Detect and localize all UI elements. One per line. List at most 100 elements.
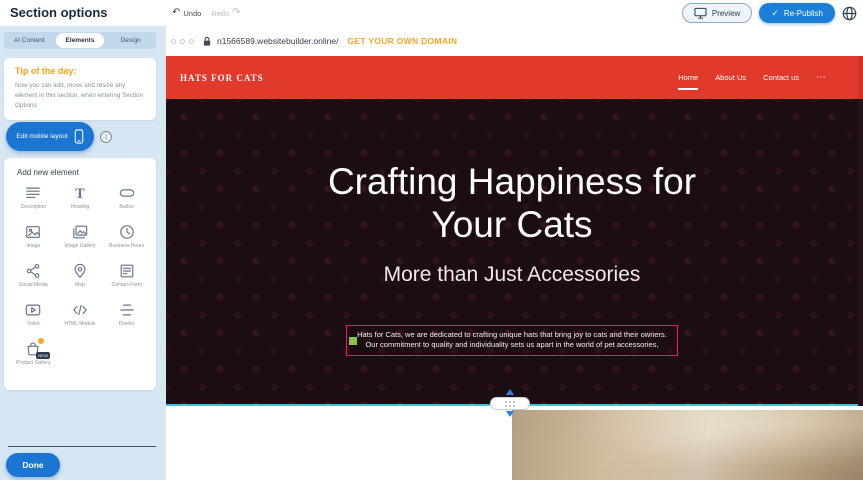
- info-icon[interactable]: i: [100, 131, 112, 143]
- add-element-panel: Add new element Description T Heading Bu…: [4, 158, 156, 390]
- redo-label: Redo: [211, 9, 229, 18]
- element-label: Button: [119, 204, 133, 211]
- element-label: Business Hours: [109, 243, 144, 250]
- add-element-html-module[interactable]: HTML Module: [57, 301, 104, 335]
- check-icon: ✓: [771, 9, 779, 18]
- preview-button[interactable]: Preview: [682, 3, 752, 23]
- product-gallery-icon: NEW: [25, 340, 41, 357]
- info-letter: i: [105, 134, 107, 141]
- redo-icon: ↷: [232, 8, 240, 18]
- button-icon: [119, 184, 135, 201]
- add-element-video[interactable]: Video: [10, 301, 57, 335]
- globe-icon[interactable]: [842, 6, 857, 21]
- sidebar-divider: [8, 446, 156, 447]
- tip-body: Now you can add, move and resize any ele…: [15, 81, 145, 110]
- tip-card: Tip of the day: Now you can add, move an…: [4, 58, 156, 120]
- hero-subheading[interactable]: More than Just Accessories: [166, 263, 858, 287]
- divider-icon: [119, 301, 135, 318]
- element-label: HTML Module: [64, 321, 95, 328]
- tip-title: Tip of the day:: [15, 66, 145, 76]
- main-preview-area: n1566589.websitebuilder.online/ GET YOUR…: [166, 26, 863, 480]
- business-hours-icon: [119, 223, 135, 240]
- republish-button[interactable]: ✓ Re-Publish: [759, 3, 835, 23]
- grip-dots-icon: [505, 401, 515, 407]
- svg-text:T: T: [75, 185, 85, 200]
- element-label: Image Gallery: [64, 243, 95, 250]
- add-element-divider[interactable]: Divider: [103, 301, 150, 335]
- browser-dot: [180, 39, 185, 44]
- element-label: Contact Form: [112, 282, 142, 289]
- undo-icon: ↶: [172, 8, 180, 18]
- video-icon: [25, 301, 41, 318]
- hero-heading[interactable]: Crafting Happiness for Your Cats: [292, 161, 732, 247]
- hero-section[interactable]: Crafting Happiness for Your Cats More th…: [166, 99, 858, 406]
- monitor-icon: [694, 7, 707, 19]
- add-element-description[interactable]: Description: [10, 184, 57, 218]
- add-element-business-hours[interactable]: Business Hours: [103, 223, 150, 257]
- redo-button[interactable]: Redo ↷: [211, 8, 240, 18]
- hero-paragraph-selected[interactable]: Hats for Cats, we are dedicated to craft…: [346, 325, 678, 356]
- add-element-contact-form[interactable]: Contact Form: [103, 262, 150, 296]
- add-element-image-gallery[interactable]: Image Gallery: [57, 223, 104, 257]
- add-element-map[interactable]: Map: [57, 262, 104, 296]
- hero-paragraph-text: Hats for Cats, we are dedicated to craft…: [357, 330, 667, 349]
- browser-dot: [189, 39, 194, 44]
- browser-dot: [171, 39, 176, 44]
- undo-button[interactable]: ↶ Undo: [172, 8, 201, 18]
- nav-more-icon[interactable]: ⋯: [816, 73, 826, 83]
- republish-label: Re-Publish: [784, 9, 823, 18]
- page-title: Section options: [10, 5, 108, 20]
- undo-redo-group: ↶ Undo Redo ↷: [172, 0, 241, 26]
- lock-icon: [202, 36, 212, 47]
- html-module-icon: [72, 301, 88, 318]
- element-label: Social Media: [19, 282, 48, 289]
- sidebar: AI Content Elements Design Tip of the da…: [0, 26, 166, 480]
- element-label: Heading: [71, 204, 90, 211]
- undo-label: Undo: [183, 9, 201, 18]
- social-media-icon: [25, 262, 41, 279]
- tab-design[interactable]: Design: [106, 33, 155, 48]
- topbar-actions: Preview ✓ Re-Publish: [682, 0, 857, 26]
- resize-arrow-down-icon[interactable]: [506, 411, 514, 417]
- add-element-button[interactable]: Button: [103, 184, 150, 218]
- element-label: Description: [21, 204, 46, 211]
- nav-contact-us[interactable]: Contact us: [763, 73, 799, 82]
- tab-elements[interactable]: Elements: [56, 33, 105, 48]
- element-label: Image: [26, 243, 40, 250]
- nav-home[interactable]: Home: [678, 73, 698, 82]
- heading-icon: T: [72, 184, 88, 201]
- element-label: Video: [27, 321, 40, 328]
- drag-handle[interactable]: [349, 337, 357, 345]
- contact-form-icon: [119, 262, 135, 279]
- add-element-product-gallery[interactable]: NEW Product Gallery: [10, 340, 57, 374]
- resize-arrow-up-icon[interactable]: [506, 389, 514, 395]
- element-label: Product Gallery: [16, 360, 50, 367]
- preview-label: Preview: [712, 9, 740, 18]
- done-button[interactable]: Done: [6, 453, 60, 477]
- browser-dots: [171, 39, 194, 44]
- add-element-image[interactable]: Image: [10, 223, 57, 257]
- image-icon: [25, 223, 41, 240]
- element-label: Map: [75, 282, 85, 289]
- site-logo[interactable]: HATS FOR CATS: [180, 73, 264, 83]
- section-resize-handle[interactable]: [490, 397, 530, 410]
- notification-dot: [38, 338, 44, 344]
- next-section-image: [512, 410, 863, 480]
- nav-about-us[interactable]: About Us: [715, 73, 746, 82]
- edit-mobile-layout-button[interactable]: Edit mobile layout: [6, 122, 94, 151]
- add-element-social-media[interactable]: Social Media: [10, 262, 57, 296]
- map-icon: [72, 262, 88, 279]
- description-icon: [25, 184, 41, 201]
- get-domain-link[interactable]: GET YOUR OWN DOMAIN: [347, 36, 457, 46]
- browser-bar: n1566589.websitebuilder.online/ GET YOUR…: [166, 26, 863, 56]
- website-preview: HATS FOR CATS Home About Us Contact us ⋯…: [166, 56, 858, 406]
- site-url: n1566589.websitebuilder.online/: [217, 36, 338, 46]
- tab-ai-content[interactable]: AI Content: [5, 33, 54, 48]
- add-element-heading[interactable]: T Heading: [57, 184, 104, 218]
- add-element-grid: Description T Heading Button Image Image…: [4, 177, 156, 374]
- phone-icon: [74, 129, 84, 144]
- new-badge: NEW: [36, 352, 50, 359]
- sidebar-tabs: AI Content Elements Design: [4, 32, 156, 49]
- topbar: Section options ↶ Undo Redo ↷ Preview ✓ …: [0, 0, 863, 26]
- site-scrollbar[interactable]: [858, 56, 863, 406]
